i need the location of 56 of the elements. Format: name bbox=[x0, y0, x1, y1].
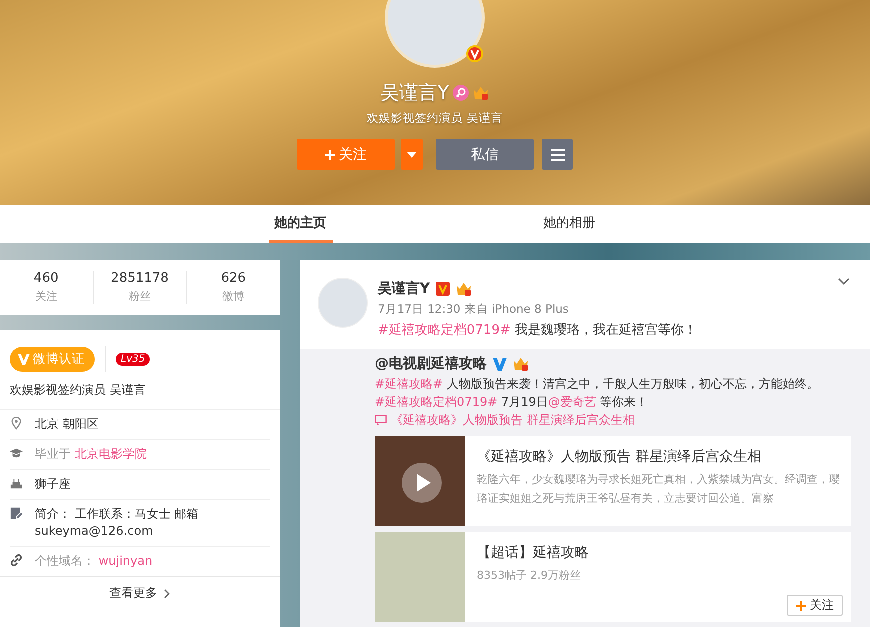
video-icon bbox=[375, 415, 387, 425]
v-icon bbox=[18, 354, 30, 364]
level-badge[interactable]: Lv35 bbox=[116, 352, 150, 366]
card-meta: 8353帖子 2.9万粉丝 bbox=[477, 568, 582, 584]
show-more-button[interactable]: 查看更多 bbox=[0, 576, 280, 610]
post-time: 7月17日 12:30 来自 iPhone 8 Plus bbox=[378, 302, 570, 317]
card-title: 《延禧攻略》人物版预告 群星演绎后宫众生相 bbox=[477, 448, 762, 466]
profile-tab[interactable]: 她的相册 bbox=[538, 205, 602, 243]
bio-text: 简介： 工作联系：马女士 邮箱 sukeyma@126.com bbox=[35, 507, 199, 538]
detail-text: 北京 朝阳区 bbox=[35, 416, 100, 433]
profile-subtitle: 欢娱影视签约演员 吴谨言 bbox=[367, 111, 503, 126]
stat-label: 粉丝 bbox=[129, 289, 151, 304]
message-button[interactable]: 私信 bbox=[436, 139, 534, 170]
chevron-down-icon[interactable] bbox=[838, 278, 850, 286]
crown-icon bbox=[456, 281, 472, 297]
detail-label: 个性域名： bbox=[35, 554, 95, 568]
stat-label: 微博 bbox=[222, 289, 245, 304]
dropdown-button[interactable] bbox=[401, 139, 423, 170]
post-text: #延禧攻略定档0719# 我是魏璎珞，我在延禧宫等你！ bbox=[378, 322, 698, 340]
topic-card[interactable]: 【超话】延禧攻略 8353帖子 2.9万粉丝 关注 bbox=[375, 532, 851, 622]
stat-label: 关注 bbox=[35, 289, 58, 304]
verified-icon bbox=[466, 45, 484, 63]
follow-button[interactable]: 关注 bbox=[787, 595, 843, 616]
plus-icon bbox=[325, 150, 335, 160]
detail-label: 毕业于 bbox=[35, 447, 71, 461]
detail-link[interactable]: wujinyan bbox=[98, 554, 153, 568]
detail-link[interactable]: 北京电影学院 bbox=[74, 447, 147, 461]
menu-button[interactable] bbox=[542, 139, 573, 170]
author-name[interactable]: @电视剧延禧攻略 bbox=[375, 355, 487, 373]
verified-icon bbox=[435, 281, 452, 297]
stat-value[interactable]: 460 bbox=[34, 271, 59, 286]
card-summary: 乾隆六年，少女魏璎珞为寻求长姐死亡真相，入紫禁城为宫女。经调查，璎珞证实姐姐之死与荒唐王爷弘昼有关，立志要讨回公道。富察 bbox=[477, 472, 841, 507]
female-icon bbox=[453, 85, 470, 101]
edit-icon bbox=[10, 507, 23, 520]
repost-text: #延禧攻略# 人物版预告来袭！清宫之中，千般人生万般味，初心不忘，方能始终。 #延禧攻略定档0719# 7月19日@爱奇艺 等你来！ 《延禧攻略》人物版预告 群星演绎后宫众生相 bbox=[375, 376, 820, 430]
cake-icon bbox=[10, 477, 23, 490]
crown-icon bbox=[513, 356, 529, 372]
author-name[interactable]: 吴谨言Y bbox=[378, 280, 430, 298]
video-card[interactable]: 《延禧攻略》人物版预告 群星演绎后宫众生相 乾隆六年，少女魏璎珞为寻求长姐死亡真相，入紫禁城为宫女。经调查，璎珞证实姐姐之死与荒唐王爷弘昼有关，立志要讨回公道。富察 bbox=[375, 436, 851, 526]
play-icon[interactable] bbox=[402, 463, 442, 503]
caret-icon bbox=[407, 152, 417, 158]
graduation-cap-icon bbox=[10, 447, 23, 460]
chevron-right-icon bbox=[164, 588, 170, 598]
verified-icon bbox=[492, 356, 508, 372]
profile-description: 欢娱影视签约演员 吴谨言 bbox=[10, 382, 147, 399]
crown-icon bbox=[473, 85, 490, 101]
link-icon bbox=[10, 554, 23, 567]
stat-value[interactable]: 626 bbox=[221, 271, 246, 286]
stat-value[interactable]: 2851178 bbox=[111, 271, 169, 286]
hashtag-link[interactable]: #延禧攻略定档0719# bbox=[378, 323, 511, 338]
profile-name: 吴谨言Y bbox=[380, 81, 450, 106]
location-pin-icon bbox=[10, 417, 23, 430]
detail-text: 狮子座 bbox=[35, 476, 72, 493]
card-title: 【超话】延禧攻略 bbox=[477, 544, 590, 562]
menu-icon bbox=[550, 148, 564, 160]
plus-icon bbox=[796, 600, 806, 610]
